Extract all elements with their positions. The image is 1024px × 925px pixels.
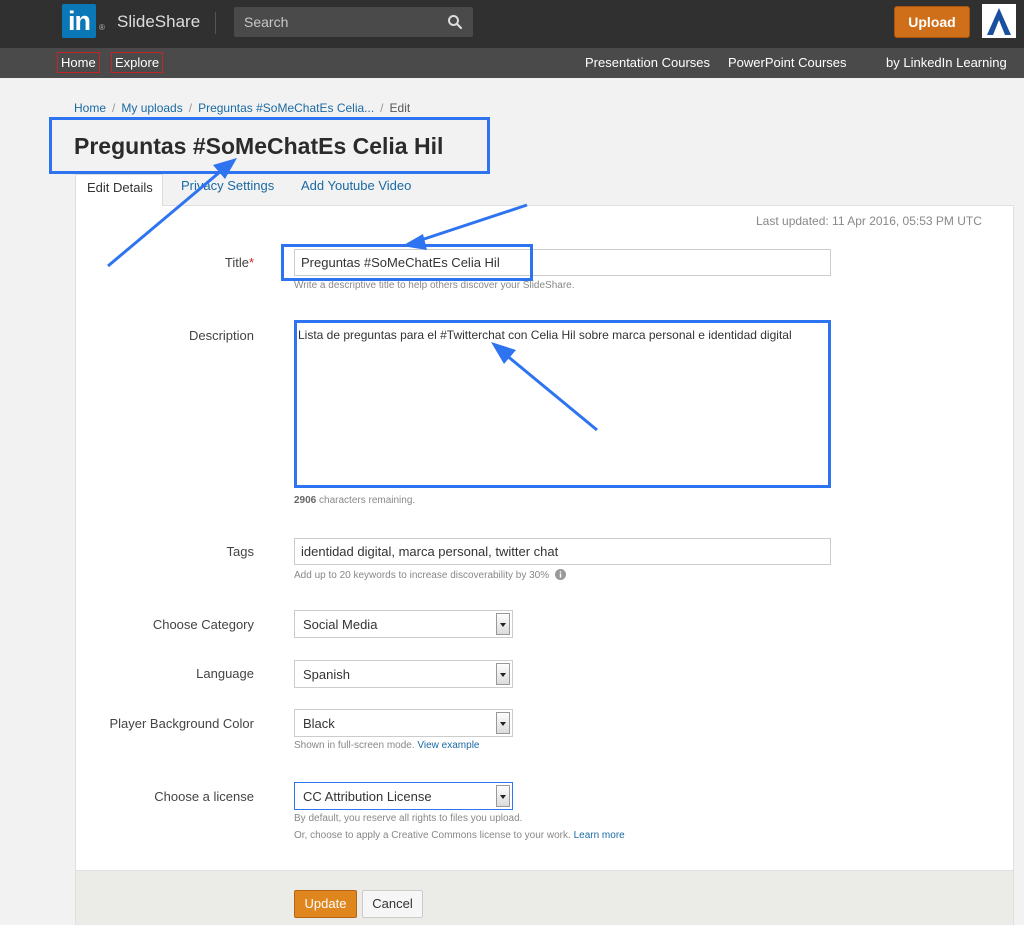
license-help-default: By default, you reserve all rights to fi… <box>294 813 523 824</box>
nav-home[interactable]: Home <box>57 52 100 73</box>
player-bg-value: Black <box>303 716 335 731</box>
chevron-down-icon[interactable] <box>496 613 510 635</box>
nav-powerpoint-courses[interactable]: PowerPoint Courses <box>728 55 847 70</box>
nav-bar: Home Explore Presentation Courses PowerP… <box>0 48 1024 78</box>
chevron-down-icon[interactable] <box>496 785 510 807</box>
title-value: Preguntas #SoMeChatEs Celia Hil <box>301 255 500 270</box>
breadcrumb-home[interactable]: Home <box>74 101 106 115</box>
description-field[interactable]: Lista de preguntas para el #Twitterchat … <box>294 320 831 488</box>
tags-field[interactable]: identidad digital, marca personal, twitt… <box>294 538 831 565</box>
breadcrumb-my-uploads[interactable]: My uploads <box>121 101 182 115</box>
category-label: Choose Category <box>152 617 254 632</box>
license-help-cc: Or, choose to apply a Creative Commons l… <box>294 830 625 841</box>
nav-linkedin-learning[interactable]: by LinkedIn Learning <box>886 55 1007 70</box>
upload-button[interactable]: Upload <box>894 6 970 38</box>
player-bg-help: Shown in full-screen mode. View example <box>294 740 480 751</box>
description-label: Description <box>188 328 254 343</box>
chevron-down-icon[interactable] <box>496 663 510 685</box>
linkedin-logo[interactable]: in <box>62 4 96 38</box>
license-value: CC Attribution License <box>303 789 432 804</box>
breadcrumb-separator: / <box>188 101 193 115</box>
tab-privacy-settings[interactable]: Privacy Settings <box>181 178 274 193</box>
last-updated: Last updated: 11 Apr 2016, 05:53 PM UTC <box>756 214 982 228</box>
registered-mark: ® <box>99 23 105 32</box>
language-label: Language <box>196 666 254 681</box>
search-icon[interactable] <box>447 14 463 30</box>
brand-divider <box>215 12 216 34</box>
tab-add-youtube-video[interactable]: Add Youtube Video <box>301 178 411 193</box>
tab-edit-details[interactable]: Edit Details <box>75 174 163 206</box>
search-placeholder: Search <box>244 14 289 30</box>
tags-help: Add up to 20 keywords to increase discov… <box>294 569 566 581</box>
chevron-down-icon[interactable] <box>496 712 510 734</box>
info-icon[interactable] <box>554 569 566 580</box>
annotation-box-title <box>49 117 490 174</box>
learn-more-link[interactable]: Learn more <box>574 830 625 841</box>
breadcrumb: Home / My uploads / Preguntas #SoMeChatEs Ce… <box>74 101 410 115</box>
title-field[interactable]: Preguntas #SoMeChatEs Celia Hil <box>294 249 831 276</box>
category-select[interactable]: Social Media <box>294 610 513 638</box>
title-label: Title* <box>224 255 254 270</box>
avatar[interactable] <box>982 4 1016 38</box>
description-value: Lista de preguntas para el #Twitterchat … <box>298 328 792 342</box>
license-select[interactable]: CC Attribution License <box>294 782 513 810</box>
language-value: Spanish <box>303 667 350 682</box>
category-value: Social Media <box>303 617 378 632</box>
description-remaining: 2906 characters remaining. <box>294 495 416 506</box>
nav-presentation-courses[interactable]: Presentation Courses <box>585 55 710 70</box>
breadcrumb-separator: / <box>380 101 384 115</box>
cancel-button[interactable]: Cancel <box>362 890 423 918</box>
update-button[interactable]: Update <box>294 890 357 918</box>
breadcrumb-current: Edit <box>389 101 411 115</box>
license-label: Choose a license <box>154 789 254 804</box>
breadcrumb-separator: / <box>112 101 116 115</box>
player-bg-label: Player Background Color <box>109 716 254 731</box>
tags-value: identidad digital, marca personal, twitt… <box>301 544 559 559</box>
breadcrumb-presentation[interactable]: Preguntas #SoMeChatEs Celia... <box>198 101 374 115</box>
form-footer <box>75 871 1014 925</box>
tags-label: Tags <box>226 544 254 559</box>
title-help: Write a descriptive title to help others… <box>294 280 575 291</box>
search-input[interactable]: Search <box>234 7 473 37</box>
player-bg-select[interactable]: Black <box>294 709 513 737</box>
language-select[interactable]: Spanish <box>294 660 513 688</box>
slideshare-brand[interactable]: SlideShare <box>117 12 200 32</box>
nav-explore[interactable]: Explore <box>111 52 164 73</box>
top-bar: in ® SlideShare Search Upload <box>0 0 1024 48</box>
view-example-link[interactable]: View example <box>417 740 479 751</box>
